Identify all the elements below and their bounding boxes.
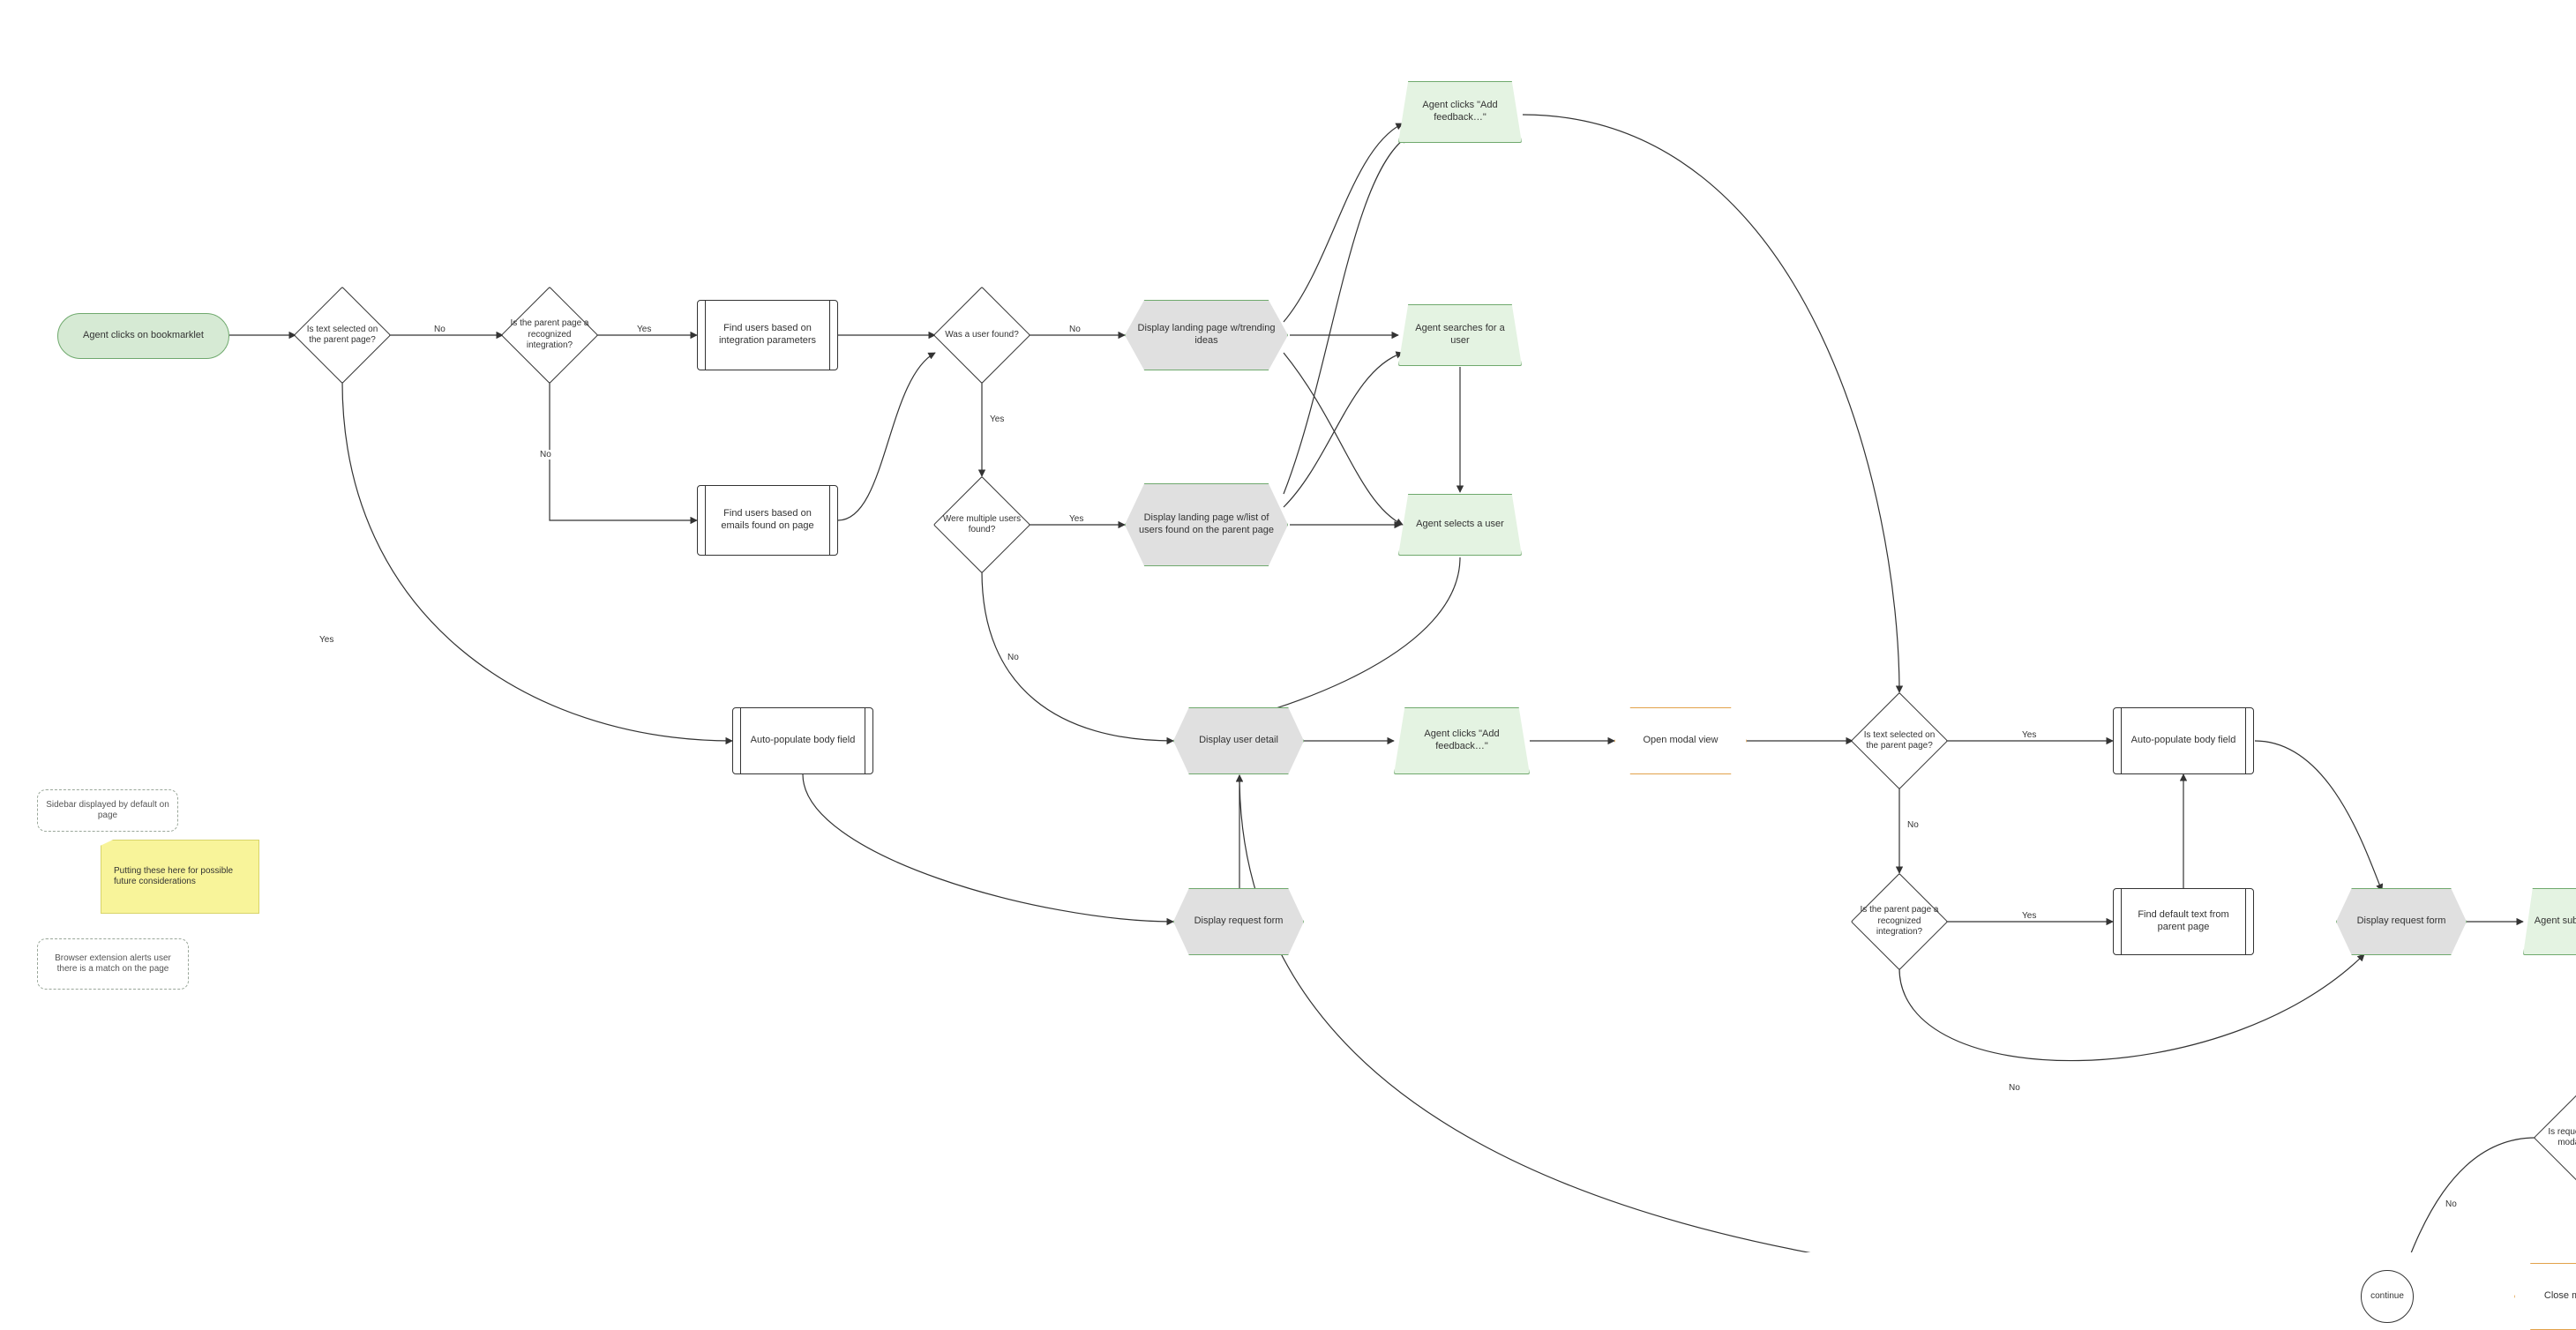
display-trending: Display landing page w/trending ideas — [1125, 300, 1288, 370]
edge-label-no: No — [1006, 653, 1021, 662]
node-label: Display landing page w/list of users fou… — [1133, 512, 1280, 537]
process-autopopulate-1: Auto-populate body field — [732, 707, 873, 774]
node-label: Close modal view — [2544, 1290, 2576, 1303]
useraction-add-feedback-mid: Agent clicks "Add feedback…" — [1394, 707, 1530, 774]
node-label: Agent selects a user — [1416, 519, 1504, 531]
decision-recognized-integration-1: Is the parent page a recognized integrat… — [503, 288, 596, 382]
display-user-detail: Display user detail — [1173, 707, 1304, 774]
process-find-users-integration: Find users based on integration paramete… — [697, 300, 838, 370]
node-label: Auto-populate body field — [745, 735, 861, 747]
process-find-users-email: Find users based on emails found on page — [697, 485, 838, 556]
node-label: Agent searches for a user — [1406, 323, 1514, 347]
annotation-browser-extension: Browser extension alerts user there is a… — [37, 938, 189, 990]
edge-label-no: No — [1067, 325, 1082, 334]
display-request-form-right: Display request form — [2336, 888, 2467, 955]
display-user-list: Display landing page w/list of users fou… — [1125, 483, 1288, 566]
decision-text-selected-2: Is text selected on the parent page? — [1853, 694, 1946, 788]
node-label: Display landing page w/trending ideas — [1133, 323, 1280, 347]
node-label: Is request form in modal view? — [2542, 1127, 2576, 1149]
node-label: Display request form — [1194, 915, 1284, 928]
node-label: Display user detail — [1199, 735, 1278, 747]
decision-recognized-integration-2: Is the parent page a recognized integrat… — [1853, 875, 1946, 968]
useraction-add-feedback-top: Agent clicks "Add feedback…" — [1398, 81, 1522, 143]
sticky-note: Putting these here for possible future c… — [101, 840, 259, 914]
node-label: Agent clicks "Add feedback…" — [1402, 729, 1522, 753]
node-label: Agent clicks "Add feedback…" — [1406, 100, 1514, 124]
edge-label-no: No — [432, 325, 447, 334]
node-label: Find default text from parent page — [2121, 909, 2246, 934]
node-label: Is text selected on the parent page? — [302, 325, 383, 347]
display-request-form-left: Display request form — [1173, 888, 1304, 955]
annotation-sidebar-default: Sidebar displayed by default on page — [37, 789, 178, 832]
node-label: Is text selected on the parent page? — [1859, 730, 1940, 752]
node-label: Agent clicks on bookmarklet — [83, 330, 204, 342]
decision-multiple-users-found: Were multiple users found? — [935, 478, 1029, 572]
node-label: continue — [2370, 1291, 2404, 1303]
decision-user-found: Was a user found? — [935, 288, 1029, 382]
edge-label-no: No — [2444, 1199, 2459, 1209]
edges-layer — [0, 0, 2576, 1252]
edge-label-no: No — [2007, 1083, 2022, 1093]
edge-label-yes: Yes — [318, 635, 335, 645]
flowchart-canvas: Agent clicks on bookmarklet Is text sele… — [0, 0, 2576, 1252]
node-label: Open modal view — [1644, 735, 1719, 747]
node-label: Sidebar displayed by default on page — [45, 800, 170, 822]
node-label: Find users based on integration paramete… — [705, 323, 830, 347]
node-label: Agent submits request — [2535, 915, 2576, 928]
node-label: Was a user found? — [945, 330, 1019, 341]
edge-label-yes: Yes — [2020, 730, 2038, 740]
node-label: Is the parent page a recognized integrat… — [1859, 905, 1940, 938]
useraction-select-user: Agent selects a user — [1398, 494, 1522, 556]
prep-open-modal: Open modal view — [1614, 707, 1747, 774]
edge-label-yes: Yes — [2020, 911, 2038, 921]
edge-label-no: No — [538, 450, 553, 460]
node-label: Browser extension alerts user there is a… — [45, 953, 181, 975]
node-label: Find users based on emails found on page — [705, 508, 830, 533]
edge-label-no: No — [1906, 820, 1921, 830]
decision-text-selected-1: Is text selected on the parent page? — [296, 288, 389, 382]
decision-in-modal: Is request form in modal view? — [2535, 1091, 2576, 1184]
connector-continue: continue — [2361, 1270, 2414, 1323]
useraction-submit-request: Agent submits request — [2523, 888, 2576, 955]
node-label: Were multiple users found? — [941, 514, 1022, 536]
node-label: Is the parent page a recognized integrat… — [509, 318, 590, 352]
edge-label-yes: Yes — [1067, 514, 1085, 524]
edge-label-yes: Yes — [635, 325, 653, 334]
process-find-default-text: Find default text from parent page — [2113, 888, 2254, 955]
process-autopopulate-2: Auto-populate body field — [2113, 707, 2254, 774]
node-label: Display request form — [2357, 915, 2446, 928]
prep-close-modal: Close modal view — [2514, 1263, 2576, 1330]
node-label: Putting these here for possible future c… — [114, 866, 250, 888]
edge-label-yes: Yes — [988, 415, 1006, 424]
node-label: Auto-populate body field — [2126, 735, 2242, 747]
useraction-search-user: Agent searches for a user — [1398, 304, 1522, 366]
start-terminator: Agent clicks on bookmarklet — [57, 313, 229, 359]
